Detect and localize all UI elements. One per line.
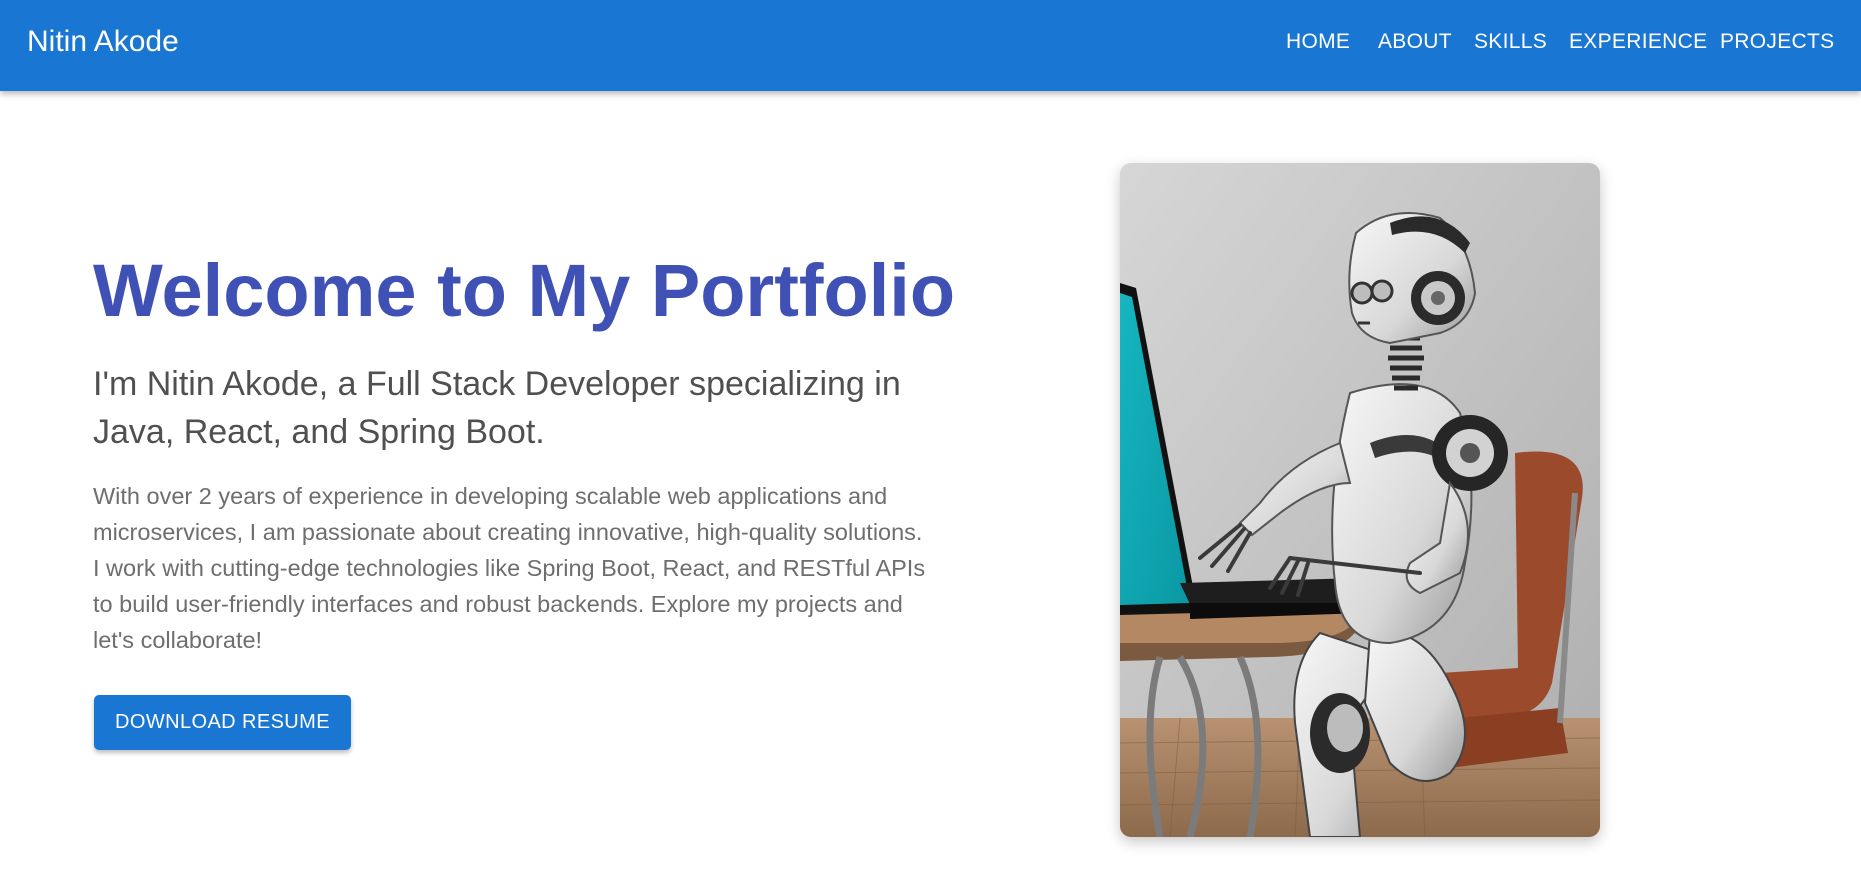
hero-description: With over 2 years of experience in devel… bbox=[93, 483, 926, 653]
nav-skills[interactable]: SKILLS bbox=[1474, 27, 1547, 57]
page-title: Welcome to My Portfolio bbox=[93, 249, 956, 332]
robot-at-laptop-image bbox=[1120, 163, 1600, 837]
hero-image bbox=[1120, 163, 1600, 837]
nav-projects[interactable]: PROJECTS bbox=[1720, 27, 1834, 57]
nav-about[interactable]: ABOUT bbox=[1378, 27, 1452, 57]
download-resume-button[interactable]: DOWNLOAD RESUME bbox=[94, 695, 351, 750]
nav-experience[interactable]: EXPERIENCE bbox=[1569, 27, 1707, 57]
hero-subtitle: I'm Nitin Akode, a Full Stack Developer … bbox=[93, 365, 901, 451]
main-nav: HOME ABOUT SKILLS EXPERIENCE PROJECTS bbox=[0, 27, 1861, 57]
nav-home[interactable]: HOME bbox=[1286, 27, 1350, 57]
app-bar: Nitin Akode HOME ABOUT SKILLS EXPERIENCE… bbox=[0, 0, 1861, 91]
